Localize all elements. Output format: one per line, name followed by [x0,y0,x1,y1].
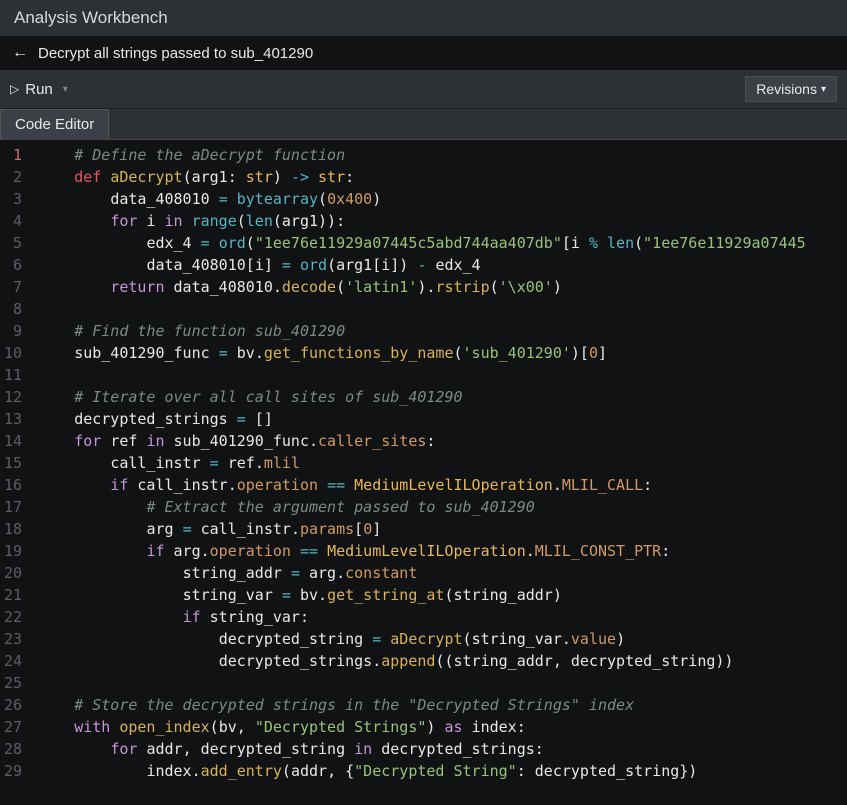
line-number: 19 [4,540,22,562]
code-line[interactable]: index.add_entry(addr, {"Decrypted String… [38,760,806,782]
line-number: 7 [4,276,22,298]
line-number: 6 [4,254,22,276]
chevron-down-icon: ▾ [821,84,826,95]
breadcrumb: ← Decrypt all strings passed to sub_4012… [0,36,847,70]
code-line[interactable]: decrypted_strings.append((string_addr, d… [38,650,806,672]
line-number: 13 [4,408,22,430]
code-content[interactable]: # Define the aDecrypt function def aDecr… [28,140,806,805]
play-icon: ▷ [10,82,19,96]
code-line[interactable]: if call_instr.operation == MediumLevelIL… [38,474,806,496]
line-number: 12 [4,386,22,408]
revisions-label: Revisions [756,81,817,97]
line-number: 3 [4,188,22,210]
line-number: 23 [4,628,22,650]
code-line[interactable]: for ref in sub_401290_func.caller_sites: [38,430,806,452]
window-title-bar: Analysis Workbench [0,0,847,36]
code-line[interactable]: decrypted_string = aDecrypt(string_var.v… [38,628,806,650]
code-line[interactable]: data_408010[i] = ord(arg1[i]) - edx_4 [38,254,806,276]
code-line[interactable]: return data_408010.decode('latin1').rstr… [38,276,806,298]
code-line[interactable]: if string_var: [38,606,806,628]
code-line[interactable]: decrypted_strings = [] [38,408,806,430]
line-number: 16 [4,474,22,496]
code-line[interactable]: call_instr = ref.mlil [38,452,806,474]
line-number: 26 [4,694,22,716]
line-number: 21 [4,584,22,606]
breadcrumb-text: Decrypt all strings passed to sub_401290 [38,45,313,62]
tab-bar: Code Editor [0,109,847,140]
code-line[interactable] [38,672,806,694]
line-number: 25 [4,672,22,694]
code-line[interactable]: # Extract the argument passed to sub_401… [38,496,806,518]
line-number: 5 [4,232,22,254]
line-number: 8 [4,298,22,320]
line-number: 4 [4,210,22,232]
run-label: Run [25,81,53,98]
tab-label: Code Editor [15,116,94,133]
code-line[interactable]: # Define the aDecrypt function [38,144,806,166]
line-number: 2 [4,166,22,188]
line-number: 27 [4,716,22,738]
line-number: 10 [4,342,22,364]
code-line[interactable]: # Find the function sub_401290 [38,320,806,342]
code-line[interactable]: edx_4 = ord("1ee76e11929a07445c5abd744aa… [38,232,806,254]
code-line[interactable] [38,364,806,386]
code-line[interactable]: arg = call_instr.params[0] [38,518,806,540]
code-editor[interactable]: 1234567891011121314151617181920212223242… [0,140,847,805]
back-arrow-icon[interactable]: ← [12,44,28,62]
line-number: 14 [4,430,22,452]
code-line[interactable]: for addr, decrypted_string in decrypted_… [38,738,806,760]
line-number-gutter: 1234567891011121314151617181920212223242… [0,140,28,805]
line-number: 11 [4,364,22,386]
run-button[interactable]: ▷ Run [10,81,53,98]
code-line[interactable]: string_var = bv.get_string_at(string_add… [38,584,806,606]
line-number: 9 [4,320,22,342]
line-number: 15 [4,452,22,474]
window-title: Analysis Workbench [14,8,168,27]
code-line[interactable]: for i in range(len(arg1)): [38,210,806,232]
code-line[interactable]: # Store the decrypted strings in the "De… [38,694,806,716]
code-line[interactable] [38,298,806,320]
code-line[interactable]: if arg.operation == MediumLevelILOperati… [38,540,806,562]
toolbar: ▷ Run ▾ Revisions ▾ [0,70,847,109]
revisions-button[interactable]: Revisions ▾ [745,76,837,102]
line-number: 18 [4,518,22,540]
line-number: 24 [4,650,22,672]
line-number: 29 [4,760,22,782]
line-number: 20 [4,562,22,584]
line-number: 1 [4,144,22,166]
tab-code-editor[interactable]: Code Editor [0,109,109,139]
code-line[interactable]: # Iterate over all call sites of sub_401… [38,386,806,408]
code-line[interactable]: sub_401290_func = bv.get_functions_by_na… [38,342,806,364]
line-number: 22 [4,606,22,628]
code-line[interactable]: data_408010 = bytearray(0x400) [38,188,806,210]
run-dropdown-caret[interactable]: ▾ [59,84,72,95]
line-number: 28 [4,738,22,760]
code-line[interactable]: string_addr = arg.constant [38,562,806,584]
line-number: 17 [4,496,22,518]
code-line[interactable]: with open_index(bv, "Decrypted Strings")… [38,716,806,738]
code-line[interactable]: def aDecrypt(arg1: str) -> str: [38,166,806,188]
